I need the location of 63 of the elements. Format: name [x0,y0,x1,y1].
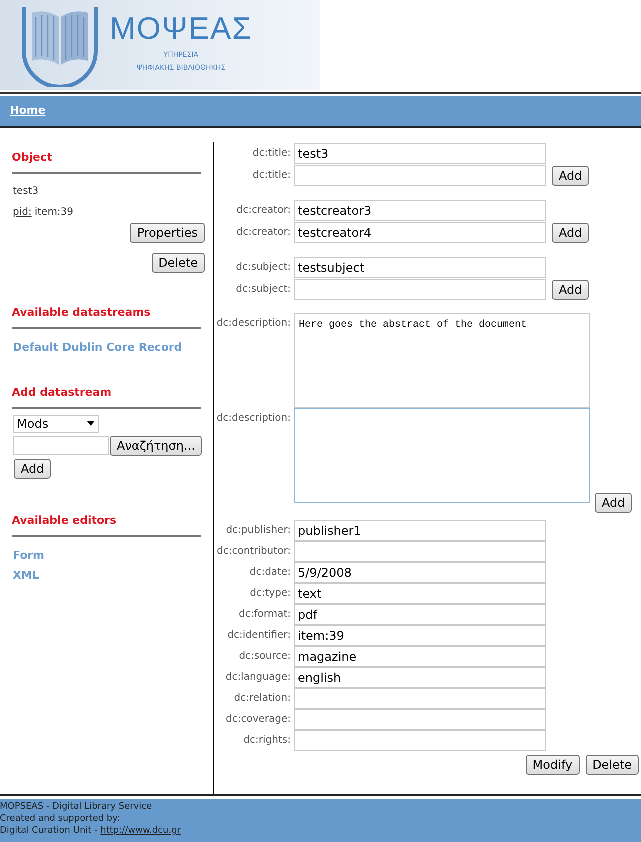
field-label: dc:identifier: [226,629,292,643]
caret-icon [87,421,95,426]
field-label: dc:creator: [236,204,292,218]
field-input[interactable] [294,165,546,186]
field-label: dc:date: [248,566,292,580]
field-input[interactable]: english [294,667,546,688]
field-input[interactable] [294,279,546,300]
field-label: dc:title: [252,169,292,183]
field-input[interactable]: pdf [294,604,546,625]
datastream-select[interactable]: Mods [13,414,99,432]
add-button[interactable]: Add [552,223,590,243]
field-label: dc:relation: [233,692,292,706]
footer-text: MOPSEAS - Digital Library Service [0,801,154,813]
field-input[interactable]: testsubject [294,257,546,278]
field-label: dc:description: [216,412,292,426]
field-label: dc:type: [249,587,292,601]
field-label: dc:contributor: [216,545,292,559]
field-label: dc:language: [224,671,292,685]
field-label: dc:source: [238,650,292,664]
field-label: dc:description: [216,317,292,331]
section-heading: Available editors [12,514,117,526]
field-input[interactable]: testcreator4 [294,222,546,243]
field-input[interactable]: item:39 [294,625,546,646]
section-heading: Add datastream [12,386,112,398]
logo-title: ΜΟΨΕΑΣ [110,13,252,44]
browse-button[interactable]: Αναζήτηση... [110,436,202,456]
field-input[interactable] [294,709,546,730]
form-button[interactable]: Modify [526,755,580,775]
field-input[interactable] [294,541,546,562]
pid-label: pid: [13,206,32,220]
field-input[interactable]: text [294,583,546,604]
field-input[interactable] [294,688,546,709]
field-input[interactable]: testcreator3 [294,200,546,221]
add-button[interactable]: Add [595,493,632,513]
file-field[interactable] [13,436,109,455]
field-label: dc:creator: [236,226,292,240]
object-button[interactable]: Delete [152,253,205,273]
field-input[interactable]: publisher1 [294,520,546,541]
field-label: dc:format: [238,608,292,622]
section-heading: Available datastreams [12,306,151,319]
field-label: dc:publisher: [225,524,292,538]
field-label: dc:subject: [235,261,292,275]
footer-text: Digital Curation Unit - [0,825,99,837]
object-button[interactable]: Properties [130,223,205,243]
field-input[interactable]: test3 [294,143,546,164]
field-label: dc:rights: [242,734,292,748]
add-button[interactable]: Add [552,166,590,186]
field-label: dc:subject: [235,283,292,297]
description-field[interactable]: Here goes the abstract of the document [294,313,590,408]
section-heading: Object [12,151,52,164]
field-label: dc:title: [252,147,292,161]
field-input[interactable]: 5/9/2008 [294,562,546,583]
footer-link[interactable]: http://www.dcu.gr [100,825,181,837]
description-field[interactable] [294,408,590,503]
footer-text: Created and supported by: [0,813,122,825]
pid-value: item:39 [34,206,74,220]
form-button[interactable]: Delete [586,755,639,775]
field-input[interactable]: magazine [294,646,546,667]
add-button[interactable]: Add [552,280,590,300]
field-input[interactable] [294,730,546,751]
object-title: test3 [13,185,40,199]
add-button[interactable]: Add [14,458,52,478]
field-label: dc:coverage: [224,713,292,727]
